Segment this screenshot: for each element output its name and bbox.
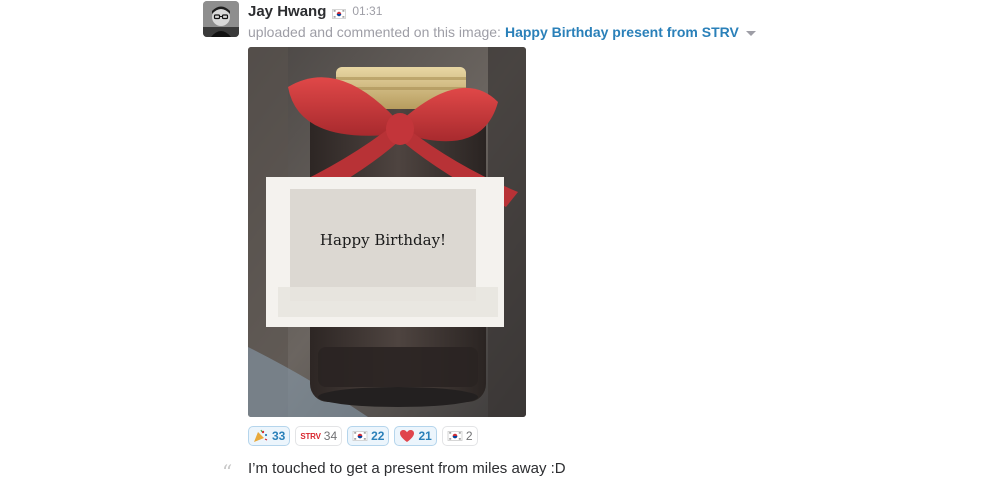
timestamp[interactable]: 01:31 [352, 4, 382, 18]
korea-flag-icon [447, 429, 463, 443]
reaction-count: 22 [371, 429, 385, 443]
strv-icon: STRV [300, 431, 321, 441]
file-title-link[interactable]: Happy Birthday present from STRV [505, 24, 739, 40]
reaction-heart[interactable]: 21 [394, 426, 437, 446]
chevron-down-icon[interactable] [745, 30, 756, 36]
korea-flag-icon [352, 429, 368, 443]
reaction-count: 33 [272, 429, 286, 443]
message-header: Jay Hwang 01:31 [248, 1, 382, 21]
reaction-korea-flag-2[interactable]: 2 [441, 426, 478, 446]
avatar[interactable] [203, 1, 239, 37]
card-label-text: Happy Birthday! [320, 231, 446, 249]
action-text: uploaded and commented on this image: [248, 24, 501, 40]
reaction-strv[interactable]: STRV 34 [295, 426, 343, 446]
reaction-korea-flag[interactable]: 22 [347, 426, 390, 446]
reaction-count: 34 [323, 429, 338, 443]
heart-icon [399, 429, 415, 443]
tada-icon [253, 429, 269, 443]
korea-flag-icon [332, 6, 347, 19]
file-share-line: uploaded and commented on this image: Ha… [248, 22, 756, 42]
author-name[interactable]: Jay Hwang [248, 3, 326, 20]
file-comment: “ I’m touched to get a present from mile… [222, 458, 566, 483]
reaction-count: 2 [465, 429, 473, 443]
shared-image[interactable]: Happy Birthday! [248, 47, 526, 417]
reactions-bar: 33 STRV 34 22 21 2 [248, 426, 483, 446]
reaction-tada[interactable]: 33 [248, 426, 291, 446]
quote-icon: “ [222, 460, 233, 484]
reaction-count: 21 [418, 429, 432, 443]
comment-text: I’m touched to get a present from miles … [248, 459, 566, 477]
